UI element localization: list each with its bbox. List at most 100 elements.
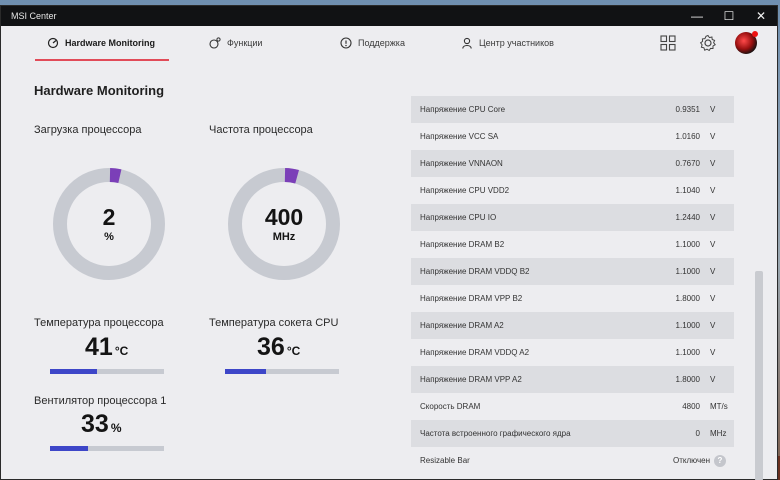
cpu-fan-value: 33 bbox=[81, 410, 109, 438]
cpu-load-label: Загрузка процессора bbox=[34, 124, 142, 136]
tab-hardware-monitoring[interactable]: Hardware Monitoring bbox=[34, 26, 170, 61]
cpu-fan-unit: % bbox=[110, 421, 122, 435]
reading-unit: V bbox=[710, 132, 716, 141]
table-row: Напряжение DRAM VPP B2 1.8000 V bbox=[411, 285, 734, 312]
gear-icon bbox=[699, 34, 716, 52]
notification-dot bbox=[752, 31, 758, 37]
settings-button[interactable] bbox=[695, 30, 721, 56]
table-row: Напряжение CPU VDD2 1.1040 V bbox=[411, 177, 734, 204]
cpu-fan-label: Вентилятор процессора 1 bbox=[34, 395, 167, 407]
reading-value: 1.8000 bbox=[675, 294, 700, 303]
cpu-temp-readout: 41 °C bbox=[85, 333, 128, 362]
title-bar[interactable]: MSI Center — ☐ ✕ bbox=[1, 6, 777, 26]
window-title: MSI Center bbox=[11, 11, 57, 21]
reading-value: 0.7670 bbox=[675, 159, 700, 168]
grid-button[interactable] bbox=[655, 30, 681, 56]
reading-name: Частота встроенного графического ядра bbox=[420, 429, 571, 438]
monitor-icon bbox=[47, 37, 59, 49]
table-row: Напряжение DRAM A2 1.1000 V bbox=[411, 312, 734, 339]
tab-label: Функции bbox=[227, 38, 263, 48]
app-window: MSI Center — ☐ ✕ Hardware Monitoring Фун… bbox=[0, 5, 778, 480]
avatar[interactable] bbox=[735, 31, 758, 54]
top-nav: Hardware Monitoring Функции Поддержка Це… bbox=[1, 26, 777, 62]
table-row: Напряжение DRAM VPP A2 1.8000 V bbox=[411, 366, 734, 393]
reading-unit: V bbox=[710, 375, 716, 384]
reading-name: Напряжение CPU VDD2 bbox=[420, 186, 510, 195]
reading-unit: V bbox=[710, 213, 716, 222]
reading-value: 1.1000 bbox=[675, 240, 700, 249]
maximize-button[interactable]: ☐ bbox=[713, 6, 745, 26]
reading-value: 0 bbox=[695, 429, 700, 438]
reading-value: 4800 bbox=[682, 402, 700, 411]
table-row: Напряжение VNNAON 0.7670 V bbox=[411, 150, 734, 177]
reading-value: 0.9351 bbox=[675, 105, 700, 114]
reading-value: 1.1000 bbox=[675, 348, 700, 357]
reading-unit: V bbox=[710, 105, 716, 114]
socket-temp-unit: °C bbox=[286, 344, 301, 358]
reading-unit: MT/s bbox=[710, 402, 728, 411]
reading-name: Напряжение CPU Core bbox=[420, 105, 506, 114]
socket-temp-value: 36 bbox=[257, 333, 285, 361]
cpu-temp-bar-fill bbox=[50, 369, 97, 374]
reading-name: Напряжение DRAM VDDQ A2 bbox=[420, 348, 530, 357]
reading-name: Напряжение DRAM VPP B2 bbox=[420, 294, 523, 303]
reading-name: Напряжение VCC SA bbox=[420, 132, 499, 141]
table-row: Напряжение VCC SA 1.0160 V bbox=[411, 123, 734, 150]
minimize-button[interactable]: — bbox=[681, 6, 713, 26]
reading-name: Напряжение VNNAON bbox=[420, 159, 503, 168]
table-row-resizable-bar: Resizable Bar Отключен? bbox=[411, 447, 734, 474]
cpu-fan-readout: 33 % bbox=[81, 410, 121, 439]
socket-temp-bar bbox=[225, 369, 339, 374]
cpu-freq-label: Частота процессора bbox=[209, 124, 313, 136]
reading-unit: V bbox=[710, 267, 716, 276]
cpu-load-unit: % bbox=[104, 230, 114, 243]
close-button[interactable]: ✕ bbox=[745, 6, 777, 26]
table-row: Напряжение DRAM B2 1.1000 V bbox=[411, 231, 734, 258]
reading-unit: V bbox=[710, 348, 716, 357]
cpu-temp-unit: °C bbox=[114, 344, 129, 358]
reading-unit: V bbox=[710, 186, 716, 195]
reading-unit: V bbox=[710, 294, 716, 303]
reading-unit: V bbox=[710, 159, 716, 168]
reading-name: Напряжение DRAM VPP A2 bbox=[420, 375, 522, 384]
socket-temp-label: Температура сокета CPU bbox=[209, 317, 339, 329]
reading-value: 1.8000 bbox=[675, 375, 700, 384]
reading-name: Скорость DRAM bbox=[420, 402, 481, 411]
reading-value: 1.2440 bbox=[675, 213, 700, 222]
reading-unit: V bbox=[710, 321, 716, 330]
reading-unit: V bbox=[710, 240, 716, 249]
cpu-freq-value: 400 bbox=[264, 203, 304, 230]
cpu-temp-bar bbox=[50, 369, 164, 374]
support-icon bbox=[340, 37, 352, 49]
reading-name: Напряжение DRAM A2 bbox=[420, 321, 504, 330]
tab-support[interactable]: Поддержка bbox=[340, 26, 405, 60]
table-row: Напряжение CPU Core 0.9351 V bbox=[411, 96, 734, 123]
reading-value: 1.0160 bbox=[675, 132, 700, 141]
help-icon[interactable]: ? bbox=[714, 454, 726, 467]
socket-temp-bar-fill bbox=[225, 369, 267, 374]
member-icon bbox=[462, 37, 472, 49]
reading-value: 1.1000 bbox=[675, 267, 700, 276]
tab-label: Hardware Monitoring bbox=[65, 38, 156, 48]
reading-name: Напряжение DRAM B2 bbox=[420, 240, 505, 249]
resizable-bar-status: Отключен? bbox=[672, 454, 734, 467]
table-row: Напряжение DRAM VDDQ B2 1.1000 V bbox=[411, 258, 734, 285]
status-text: Отключен bbox=[672, 456, 710, 465]
cpu-fan-bar-fill bbox=[50, 446, 88, 451]
cpu-load-value: 2 bbox=[102, 203, 116, 230]
scrollbar[interactable] bbox=[755, 271, 763, 480]
features-icon bbox=[209, 37, 221, 49]
tab-member-center[interactable]: Центр участников bbox=[461, 26, 554, 60]
table-row: Напряжение DRAM VDDQ A2 1.1000 V bbox=[411, 339, 734, 366]
reading-name: Напряжение DRAM VDDQ B2 bbox=[420, 267, 530, 276]
grid-icon bbox=[660, 35, 676, 51]
reading-unit: MHz bbox=[710, 429, 727, 438]
cpu-temp-label: Температура процессора bbox=[34, 317, 164, 329]
cpu-fan-bar bbox=[50, 446, 164, 451]
readings-table: Напряжение CPU Core 0.9351 V Напряжение VCC… bbox=[411, 96, 734, 474]
tab-features[interactable]: Функции bbox=[209, 26, 262, 60]
table-row: Частота встроенного графического ядра 0 MH… bbox=[411, 420, 734, 447]
reading-name: Resizable Bar bbox=[420, 456, 470, 465]
table-row: Скорость DRAM 4800 MT/s bbox=[411, 393, 734, 420]
reading-name: Напряжение CPU IO bbox=[420, 213, 497, 222]
